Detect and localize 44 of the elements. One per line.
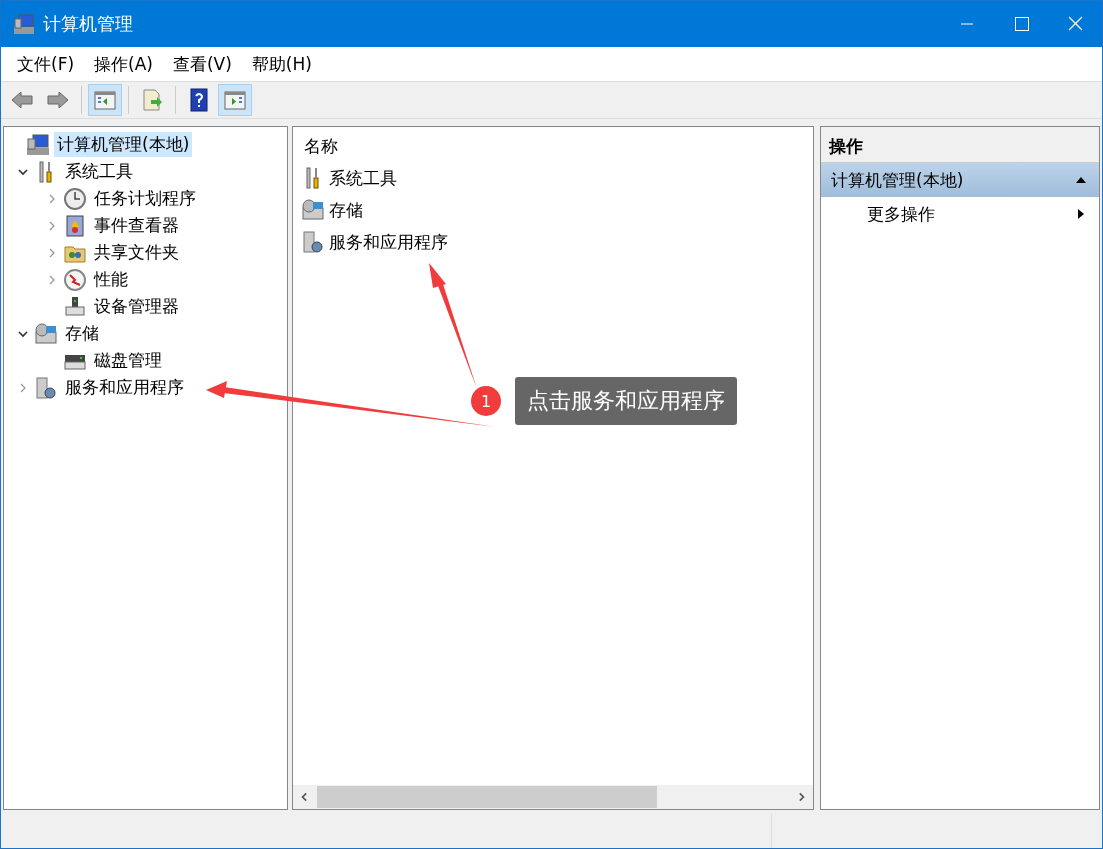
menu-item[interactable]: 查看(V)	[162, 52, 242, 76]
help-icon	[187, 88, 211, 112]
action-group-header[interactable]: 计算机管理(本地)	[821, 163, 1099, 197]
computer-icon	[13, 13, 35, 35]
server-icon	[301, 230, 325, 254]
window-pane-icon	[223, 88, 247, 112]
device-icon	[63, 294, 87, 319]
column-header[interactable]: 名称	[293, 127, 813, 162]
tree-item[interactable]: 设备管理器	[91, 294, 182, 319]
tree-item[interactable]: 事件查看器	[91, 213, 182, 238]
list-item[interactable]: 服务和应用程序	[329, 230, 448, 254]
computer-icon	[26, 132, 50, 157]
tree-item[interactable]: 系统工具	[62, 159, 136, 184]
triangle-right-icon	[1077, 208, 1085, 220]
window-title: 计算机管理	[43, 12, 134, 36]
tree-item[interactable]: 性能	[91, 267, 131, 292]
gauge-icon	[63, 267, 87, 292]
tree-item[interactable]: 计算机管理(本地)	[54, 132, 193, 157]
left-arrow-icon	[10, 88, 34, 112]
clock-icon	[63, 186, 87, 211]
callout-tooltip: 点击服务和应用程序	[515, 377, 737, 425]
document-arrow-icon	[140, 88, 164, 112]
action-item[interactable]: 更多操作	[821, 197, 1099, 231]
log-icon	[63, 213, 87, 238]
action-pane-title: 操作	[821, 127, 1099, 163]
tree-item[interactable]: 共享文件夹	[91, 240, 182, 265]
tree-item[interactable]: 磁盘管理	[91, 348, 165, 373]
list-item[interactable]: 存储	[329, 198, 363, 222]
scrollbar-thumb[interactable]	[317, 786, 657, 808]
window-pane-icon	[93, 88, 117, 112]
server-icon	[34, 375, 58, 400]
menu-item[interactable]: 帮助(H)	[241, 52, 322, 76]
storage-icon	[34, 321, 58, 346]
right-arrow-icon	[46, 88, 70, 112]
horizontal-scrollbar[interactable]	[293, 785, 813, 809]
storage-icon	[301, 198, 325, 222]
menu-item[interactable]: 文件(F)	[7, 52, 85, 76]
list-item[interactable]: 系统工具	[329, 166, 397, 190]
tree-item[interactable]: 存储	[62, 321, 102, 346]
tree-item[interactable]: 服务和应用程序	[62, 375, 187, 400]
tree-pane-button[interactable]	[88, 84, 122, 116]
menu-item[interactable]: 操作(A)	[84, 52, 163, 76]
tree-item[interactable]: 任务计划程序	[91, 186, 199, 211]
triangle-up-icon	[1075, 176, 1087, 184]
